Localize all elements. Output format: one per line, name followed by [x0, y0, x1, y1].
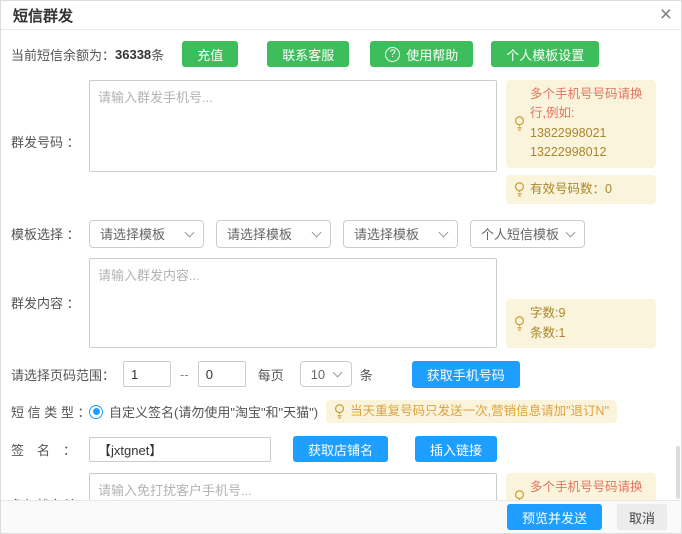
recipients-row: 群发号码 ： 多个手机号号码请换行,例如: 13822998021 132229… — [11, 80, 671, 204]
question-circle-icon: ? — [385, 47, 400, 62]
recipients-textarea[interactable] — [89, 80, 497, 172]
page-range-label: 请选择页码范围： — [11, 365, 115, 384]
sms-bulk-dialog: 短信群发 × 当前短信余额为：36338条 充值 联系客服 ? 使用帮助 个人模… — [0, 0, 682, 534]
count-tip-box: 字数:9 条数:1 — [506, 299, 656, 348]
msg-count: 条数:1 — [530, 324, 648, 343]
per-page-select[interactable]: 10 — [300, 361, 352, 387]
template-select-3-value: 请选择模板 — [354, 224, 419, 243]
cancel-button[interactable]: 取消 — [617, 504, 667, 530]
dialog-header: 短信群发 × — [1, 1, 681, 30]
repeat-warning-text: 当天重复号码只发送一次,营销信息请加"退订N" — [350, 402, 609, 421]
example-number-2: 13222998012 — [530, 143, 648, 162]
recipients-label: 群发号码 ： — [11, 132, 89, 151]
content-tips: 字数:9 条数:1 — [506, 258, 656, 348]
per-page-unit: 条 — [360, 365, 373, 384]
template-label: 模板选择 ： — [11, 224, 89, 243]
bulb-icon — [334, 404, 345, 419]
repeat-warning-box: 当天重复号码只发送一次,营销信息请加"退订N" — [326, 400, 617, 423]
balance-unit: 条 — [151, 45, 164, 64]
balance-amount: 36338 — [115, 47, 151, 62]
template-select-2-value: 请选择模板 — [227, 224, 292, 243]
recharge-button[interactable]: 充值 — [182, 41, 238, 67]
recipients-tips: 多个手机号号码请换行,例如: 13822998021 13222998012 有… — [506, 80, 656, 204]
close-icon[interactable]: × — [660, 2, 672, 28]
char-count: 字数:9 — [530, 304, 648, 323]
sms-type-row: 短 信 类 型 ： 自定义签名(请勿使用"淘宝"和"天猫") 当天重复号码只发送… — [11, 400, 671, 423]
dialog-body: 当前短信余额为：36338条 充值 联系客服 ? 使用帮助 个人模板设置 群发号… — [1, 41, 681, 534]
chevron-down-icon — [566, 227, 576, 237]
per-page-label: 每页 — [258, 365, 284, 384]
page-range-row: 请选择页码范围： -- 每页 10 条 获取手机号码 — [11, 361, 671, 388]
preview-send-button[interactable]: 预览并发送 — [507, 504, 602, 530]
help-button[interactable]: ? 使用帮助 — [370, 41, 473, 67]
personal-template-select-value: 个人短信模板 — [481, 224, 559, 243]
template-select-2[interactable]: 请选择模板 — [216, 220, 331, 248]
content-label: 群发内容 ： — [11, 293, 89, 312]
count-tip-text: 字数:9 条数:1 — [530, 304, 648, 343]
radio-dot — [93, 408, 100, 415]
recipients-tip-text: 多个手机号号码请换行,例如: 13822998021 13222998012 — [530, 85, 648, 163]
bulb-icon — [514, 316, 525, 331]
chevron-down-icon — [439, 227, 449, 237]
valid-count-text: 有效号码数：0 — [530, 180, 648, 199]
per-page-select-value: 10 — [311, 367, 325, 382]
page-range-separator: -- — [180, 367, 189, 382]
content-row: 群发内容 ： 字数:9 条数:1 — [11, 258, 671, 348]
bulb-icon — [514, 116, 525, 131]
dialog-title: 短信群发 — [13, 5, 73, 26]
valid-count-box: 有效号码数：0 — [506, 175, 656, 204]
tip-intro: 多个手机号号码请换行,例如: — [530, 87, 643, 120]
content-textarea[interactable] — [89, 258, 497, 348]
chevron-down-icon — [185, 227, 195, 237]
template-select-1-value: 请选择模板 — [100, 224, 165, 243]
scrollbar-thumb[interactable] — [676, 446, 680, 499]
insert-link-button[interactable]: 插入链接 — [415, 436, 497, 462]
balance-label: 当前短信余额为： — [11, 45, 115, 64]
balance-row: 当前短信余额为：36338条 充值 联系客服 ? 使用帮助 个人模板设置 — [11, 41, 671, 67]
chevron-down-icon — [312, 227, 322, 237]
chevron-down-icon — [332, 368, 342, 378]
page-end-input[interactable] — [198, 361, 246, 387]
template-select-1[interactable]: 请选择模板 — [89, 220, 204, 248]
signature-label: 签 名 ： — [11, 440, 89, 459]
recipients-tip-box: 多个手机号号码请换行,例如: 13822998021 13222998012 — [506, 80, 656, 168]
template-select-3[interactable]: 请选择模板 — [343, 220, 458, 248]
custom-signature-radio[interactable] — [89, 405, 103, 419]
example-number-1: 13822998021 — [530, 124, 648, 143]
custom-signature-radio-label: 自定义签名(请勿使用"淘宝"和"天猫") — [109, 402, 318, 421]
personal-template-settings-button[interactable]: 个人模板设置 — [491, 41, 599, 67]
signature-input[interactable] — [89, 437, 271, 462]
get-shop-name-button[interactable]: 获取店铺名 — [293, 436, 388, 462]
help-button-label: 使用帮助 — [406, 45, 458, 64]
fetch-phone-numbers-button[interactable]: 获取手机号码 — [412, 361, 520, 388]
bulb-icon — [514, 182, 525, 197]
signature-row: 签 名 ： 获取店铺名 插入链接 — [11, 436, 671, 462]
page-start-input[interactable] — [123, 361, 171, 387]
dialog-footer: 预览并发送 取消 — [1, 500, 681, 533]
contact-support-button[interactable]: 联系客服 — [267, 41, 349, 67]
template-row: 模板选择 ： 请选择模板 请选择模板 请选择模板 个人短信模板 — [11, 220, 671, 248]
sms-type-label: 短 信 类 型 ： — [11, 402, 89, 421]
personal-template-select[interactable]: 个人短信模板 — [470, 220, 585, 248]
